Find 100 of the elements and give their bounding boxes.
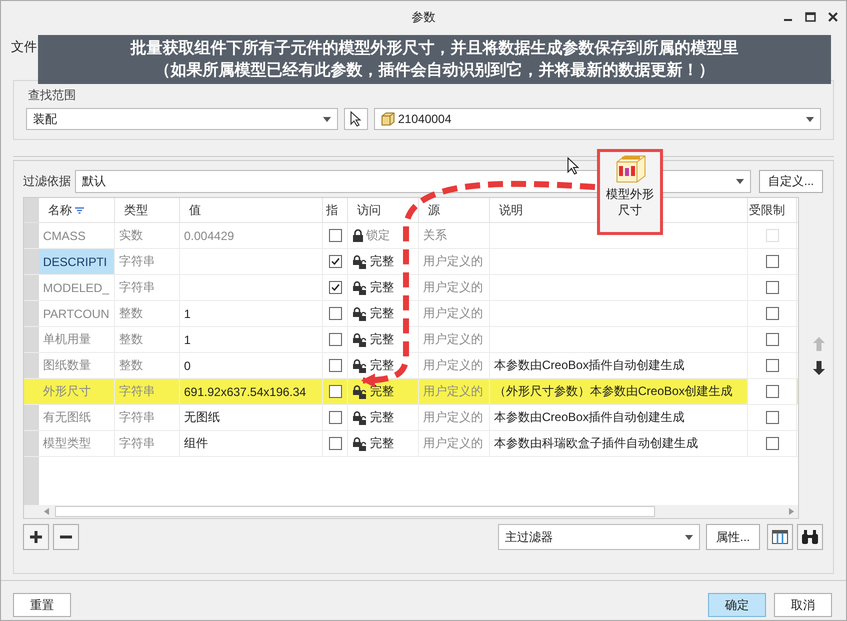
table-cell: 本参数由CreoBox插件自动创建生成 bbox=[494, 409, 685, 426]
table-cell: 字符串 bbox=[119, 279, 155, 296]
access-text: 完整 bbox=[370, 253, 394, 270]
checkbox[interactable] bbox=[766, 307, 778, 320]
binoculars-button[interactable] bbox=[797, 524, 823, 550]
checkbox[interactable] bbox=[766, 281, 778, 294]
checkbox[interactable] bbox=[328, 281, 342, 294]
caret-icon[interactable] bbox=[806, 116, 814, 122]
checkbox[interactable] bbox=[328, 307, 342, 320]
checkbox[interactable] bbox=[766, 437, 778, 450]
table-cell: 0 bbox=[184, 358, 191, 372]
table-cell: 1 bbox=[184, 306, 191, 320]
model-dropdown[interactable]: 21040004 bbox=[374, 108, 821, 130]
table-cell: 用户定义的 bbox=[423, 253, 483, 270]
access-text: 完整 bbox=[370, 279, 394, 296]
table-columns-icon[interactable] bbox=[772, 530, 788, 544]
access-text: 完整 bbox=[370, 331, 394, 348]
access-text: 完整 bbox=[370, 383, 394, 400]
minus-icon[interactable] bbox=[59, 535, 73, 539]
table-cell: （外形尺寸参数）本参数由CreoBox创建生成 bbox=[494, 383, 733, 400]
name-cell[interactable]: 有无图纸 bbox=[39, 405, 115, 430]
column-header[interactable]: 源 bbox=[419, 198, 490, 222]
table-cell: 字符串 bbox=[119, 383, 155, 400]
caret-icon[interactable] bbox=[736, 179, 744, 184]
properties-button[interactable]: 属性... bbox=[706, 524, 760, 550]
group-label: 查找范围 bbox=[28, 87, 76, 104]
caret-icon[interactable] bbox=[685, 534, 693, 540]
name-cell[interactable]: MODELED_ bbox=[39, 275, 115, 300]
name-cell[interactable]: 模型类型 bbox=[39, 431, 115, 456]
table-cell: 用户定义的 bbox=[423, 331, 483, 348]
scope-dropdown[interactable]: 装配 bbox=[26, 108, 338, 130]
checkbox[interactable] bbox=[766, 411, 778, 424]
arrow-pointer-icon[interactable] bbox=[350, 111, 362, 127]
checkbox[interactable] bbox=[328, 255, 342, 268]
move-down-icon[interactable] bbox=[813, 361, 825, 375]
access-text: 完整 bbox=[370, 305, 394, 322]
checkbox[interactable] bbox=[766, 255, 778, 268]
table-cell: 字符串 bbox=[119, 409, 155, 426]
table-cell: 用户定义的 bbox=[423, 435, 483, 452]
customize-button[interactable]: 自定义... bbox=[759, 170, 823, 193]
column-header[interactable]: 名称 bbox=[39, 198, 115, 222]
table-cell: 实数 bbox=[119, 227, 143, 244]
select-pointer-button[interactable] bbox=[344, 108, 368, 130]
column-header[interactable]: 指 bbox=[323, 198, 348, 222]
checkbox[interactable] bbox=[328, 359, 342, 372]
column-header[interactable]: 值 bbox=[180, 198, 323, 222]
checkbox[interactable] bbox=[766, 385, 778, 398]
access-text: 完整 bbox=[370, 357, 394, 374]
table-cell: 组件 bbox=[184, 435, 208, 452]
column-header[interactable]: 访问 bbox=[348, 198, 419, 222]
caret-icon[interactable] bbox=[323, 116, 331, 122]
binoculars-icon[interactable] bbox=[801, 529, 819, 545]
close-icon[interactable] bbox=[828, 12, 838, 22]
name-cell[interactable]: PARTCOUN bbox=[39, 301, 115, 326]
checkbox[interactable] bbox=[766, 333, 778, 346]
table-cell: 整数 bbox=[119, 357, 143, 374]
cancel-button[interactable]: 取消 bbox=[774, 593, 832, 617]
table-cell: 整数 bbox=[119, 305, 143, 322]
main-filter-dropdown[interactable]: 主过滤器 bbox=[498, 524, 700, 550]
table-cell: 字符串 bbox=[119, 253, 155, 270]
access-text: 完整 bbox=[370, 409, 394, 426]
table-cell: 本参数由CreoBox插件自动创建生成 bbox=[494, 357, 685, 374]
cube-icon bbox=[381, 112, 395, 126]
access-text: 锁定 bbox=[366, 227, 390, 244]
checkbox[interactable] bbox=[328, 385, 342, 398]
row-header-strip bbox=[24, 457, 39, 505]
table-cell: 691.92x637.54x196.34 bbox=[184, 384, 306, 398]
checkbox[interactable] bbox=[328, 333, 342, 346]
remove-button[interactable] bbox=[53, 524, 79, 550]
checkbox[interactable] bbox=[766, 359, 778, 372]
filter-label: 过滤依据 bbox=[23, 173, 71, 190]
table-cell: 本参数由科瑞欧盒子插件自动创建生成 bbox=[494, 435, 698, 452]
reset-button[interactable]: 重置 bbox=[13, 593, 71, 617]
table-cell: 字符串 bbox=[119, 435, 155, 452]
column-header[interactable]: 受限制 bbox=[748, 198, 797, 222]
name-cell[interactable]: DESCRIPTI bbox=[39, 249, 115, 274]
caption-text: （如果所属模型已经有此参数，插件会自动识别到它，并将最新的数据更新！） bbox=[154, 61, 714, 80]
table-cell: 无图纸 bbox=[184, 409, 220, 426]
table-cell: 用户定义的 bbox=[423, 383, 483, 400]
table-cell: 1 bbox=[184, 332, 191, 346]
name-cell[interactable]: 单机用量 bbox=[39, 327, 115, 352]
mouse-pointer-icon bbox=[567, 157, 579, 175]
checkbox[interactable] bbox=[328, 437, 342, 450]
caption-text: 批量获取组件下所有子元件的模型外形尺寸，并且将数据生成参数保存到所属的模型里 bbox=[130, 39, 738, 58]
ok-button[interactable]: 确定 bbox=[708, 593, 766, 617]
column-header[interactable]: 类型 bbox=[115, 198, 180, 222]
add-button[interactable] bbox=[23, 524, 49, 550]
plus-icon[interactable] bbox=[29, 530, 43, 544]
filter-icon[interactable] bbox=[75, 206, 84, 214]
table-cell: 用户定义的 bbox=[423, 279, 483, 296]
checkbox[interactable] bbox=[328, 411, 342, 424]
menu-item[interactable]: 文件 bbox=[11, 38, 37, 56]
table-cell: 整数 bbox=[119, 331, 143, 348]
maximize-icon[interactable] bbox=[805, 12, 816, 22]
name-cell[interactable]: 图纸数量 bbox=[39, 353, 115, 378]
access-text: 完整 bbox=[370, 435, 394, 452]
window-title: 参数 bbox=[412, 9, 436, 26]
table-cell: 用户定义的 bbox=[423, 409, 483, 426]
columns-button[interactable] bbox=[767, 524, 793, 550]
table-cell: 用户定义的 bbox=[423, 305, 483, 322]
